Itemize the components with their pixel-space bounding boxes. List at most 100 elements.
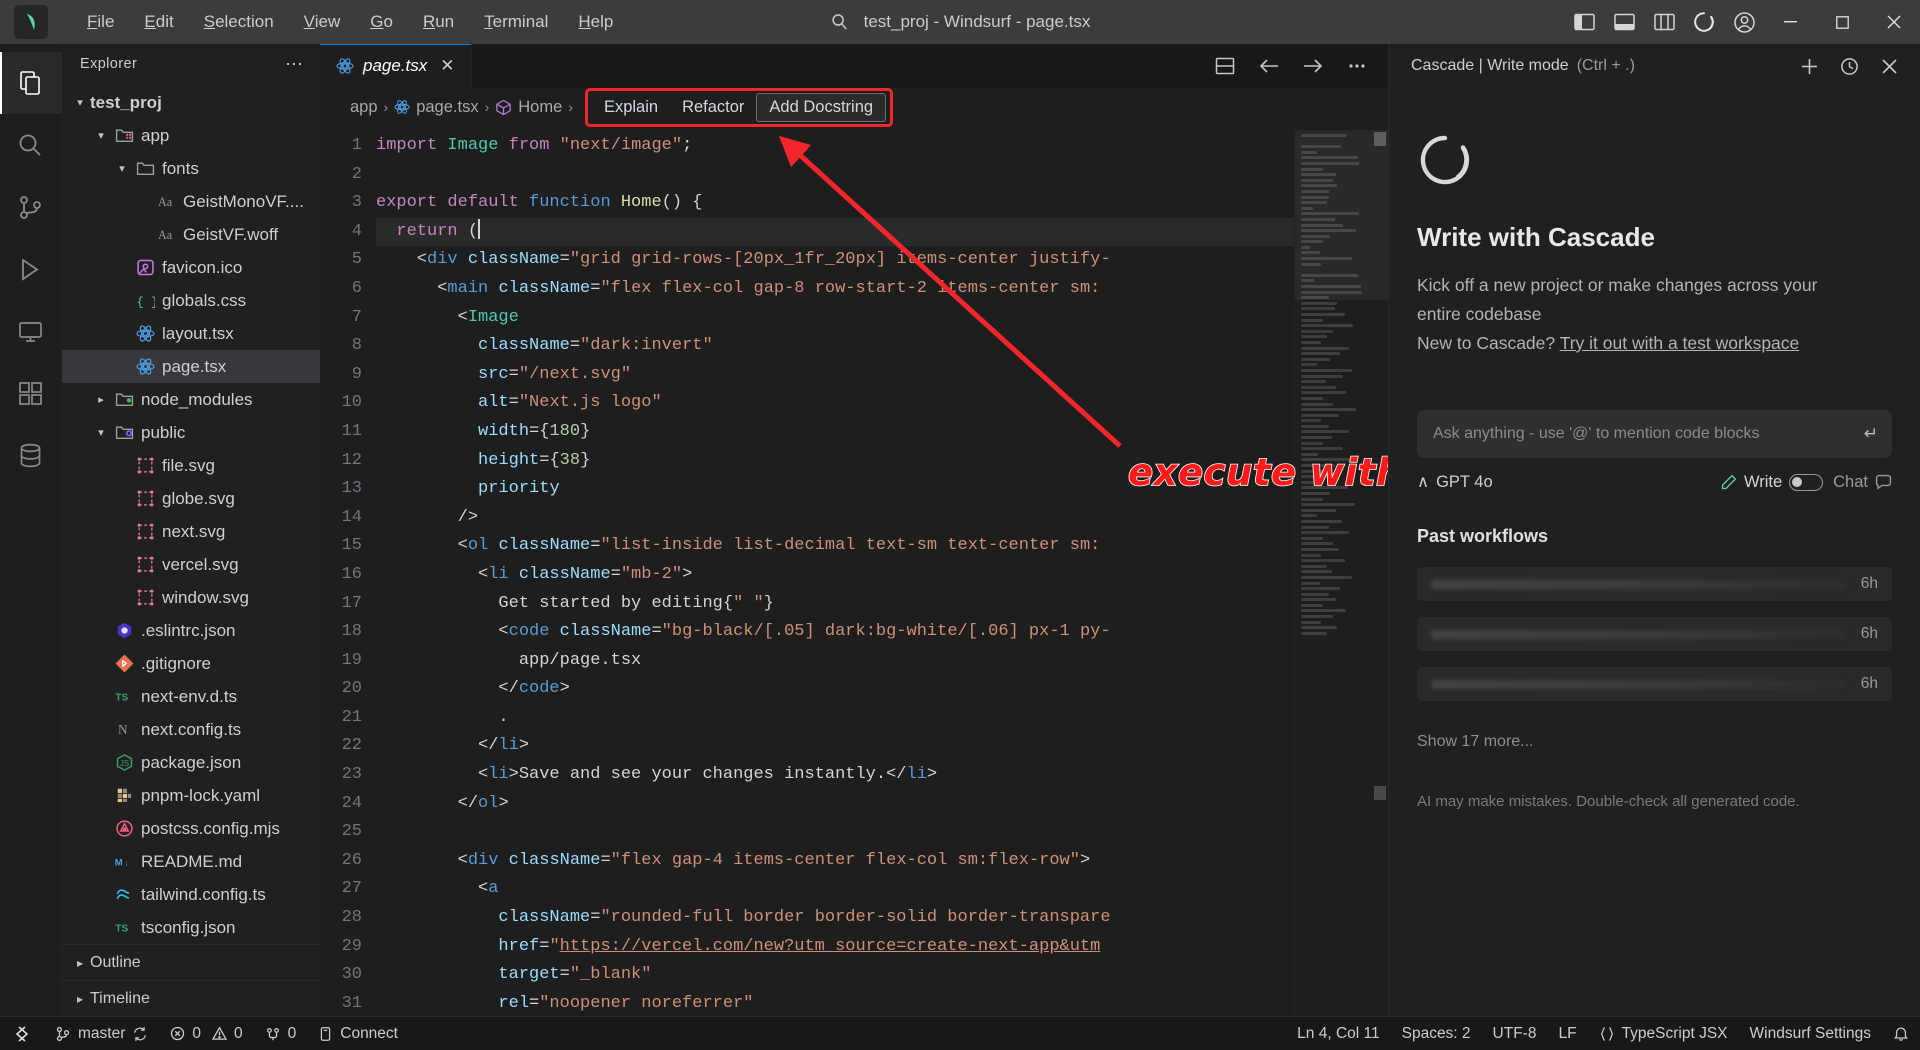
breadcrumb-home[interactable]: Home: [495, 98, 562, 117]
show-more-button[interactable]: Show 17 more...: [1417, 717, 1892, 751]
breadcrumb-app[interactable]: app: [350, 98, 378, 117]
tree-item-layout-tsx[interactable]: layout.tsx: [62, 317, 320, 350]
chevron-down-icon[interactable]: ▾: [91, 129, 111, 142]
code-line[interactable]: <div className="flex gap-4 items-center …: [376, 847, 1294, 876]
status-problems[interactable]: 0 0: [159, 1017, 253, 1050]
sidebar-item-remote-explorer[interactable]: [0, 300, 62, 362]
mode-switch[interactable]: [1789, 473, 1824, 491]
tree-item-public[interactable]: ▾ public: [62, 416, 320, 449]
model-selector[interactable]: ∧ GPT 4o: [1417, 472, 1493, 492]
code-line[interactable]: />: [376, 504, 1294, 533]
workflow-item[interactable]: 6h: [1417, 667, 1892, 701]
panel-left-icon[interactable]: [1564, 0, 1604, 44]
tree-item-pnpm-lock-yaml[interactable]: pnpm-lock.yaml: [62, 779, 320, 812]
code-line[interactable]: <Image: [376, 304, 1294, 333]
layout-grid-icon[interactable]: [1644, 0, 1684, 44]
chevron-right-icon[interactable]: ▸: [91, 393, 111, 406]
code-line[interactable]: [376, 818, 1294, 847]
menu-go[interactable]: Go: [357, 8, 406, 36]
code-line[interactable]: target="_blank": [376, 961, 1294, 990]
minimap-slider[interactable]: [1295, 130, 1388, 300]
code-line[interactable]: import Image from "next/image";: [376, 132, 1294, 161]
windsurf-logo-icon[interactable]: [14, 5, 48, 39]
tree-item-next-env-d-ts[interactable]: TS next-env.d.ts: [62, 680, 320, 713]
write-mode-toggle[interactable]: Write: [1721, 473, 1824, 492]
cascade-test-workspace-link[interactable]: Try it out with a test workspace: [1560, 333, 1800, 353]
status-language-mode[interactable]: TypeScript JSX: [1588, 1017, 1739, 1050]
workflow-item[interactable]: 6h: [1417, 567, 1892, 601]
workflow-item[interactable]: 6h: [1417, 617, 1892, 651]
sidebar-item-run-and-debug[interactable]: [0, 238, 62, 300]
command-center[interactable]: test_proj - Windsurf - page.tsx: [830, 12, 1090, 32]
code-line[interactable]: height={38}: [376, 447, 1294, 476]
code-line[interactable]: priority: [376, 475, 1294, 504]
scrollbar-thumb[interactable]: [1374, 132, 1386, 146]
status-eol[interactable]: LF: [1547, 1017, 1587, 1050]
tree-item-readme-md[interactable]: M ↓ README.md: [62, 845, 320, 878]
code-line[interactable]: .: [376, 704, 1294, 733]
status-notifications[interactable]: [1882, 1017, 1920, 1050]
code-line[interactable]: [376, 161, 1294, 190]
outline-section[interactable]: ▸ Outline: [62, 944, 320, 980]
tree-item-window-svg[interactable]: window.svg: [62, 581, 320, 614]
status-branch[interactable]: master: [44, 1017, 159, 1050]
chat-mode-toggle[interactable]: Chat: [1833, 473, 1892, 492]
code-editor[interactable]: 1 2 3 4 5 6 7 8 9 10 11 12 13 14 15 16 17 18 19 20 21 22 23 24 2…: [320, 126, 1388, 1016]
menu-edit[interactable]: Edit: [131, 8, 186, 36]
split-editor-icon[interactable]: [1204, 44, 1246, 88]
breadcrumb-page-tsx[interactable]: page.tsx: [394, 98, 479, 117]
explorer-more-actions-icon[interactable]: ⋯: [279, 54, 310, 75]
tree-item-fonts[interactable]: ▾ fonts: [62, 152, 320, 185]
tree-item-postcss-config-mjs[interactable]: postcss.config.mjs: [62, 812, 320, 845]
chevron-down-icon[interactable]: ▾: [70, 96, 90, 109]
code-line[interactable]: </code>: [376, 675, 1294, 704]
tree-item-next-svg[interactable]: next.svg: [62, 515, 320, 548]
more-actions-icon[interactable]: [1336, 44, 1378, 88]
minimize-button[interactable]: [1764, 0, 1816, 44]
enter-key-icon[interactable]: ↵: [1854, 424, 1878, 444]
menu-selection[interactable]: Selection: [191, 8, 287, 36]
remote-indicator-icon[interactable]: [0, 1017, 44, 1050]
code-line[interactable]: <li>Save and see your changes instantly.…: [376, 761, 1294, 790]
chevron-down-icon[interactable]: ▾: [112, 162, 132, 175]
tree-item-geistvf-woff[interactable]: Aa GeistVF.woff: [62, 218, 320, 251]
close-icon[interactable]: ✕: [436, 56, 458, 76]
code-line[interactable]: <main className="flex flex-col gap-8 row…: [376, 275, 1294, 304]
cascade-input-box[interactable]: ↵: [1417, 410, 1892, 458]
tree-item-globals-css[interactable]: { } globals.css: [62, 284, 320, 317]
back-arrow-icon[interactable]: [1248, 44, 1290, 88]
menu-help[interactable]: Help: [565, 8, 626, 36]
account-icon[interactable]: [1724, 0, 1764, 44]
menu-terminal[interactable]: Terminal: [471, 8, 561, 36]
sidebar-item-database[interactable]: [0, 424, 62, 486]
tree-item-geistmonovf-[interactable]: Aa GeistMonoVF....: [62, 185, 320, 218]
status-encoding[interactable]: UTF-8: [1482, 1017, 1548, 1050]
tab-page-tsx[interactable]: page.tsx ✕: [320, 44, 472, 88]
sidebar-item-extensions[interactable]: [0, 362, 62, 424]
tree-item-package-json[interactable]: JS package.json: [62, 746, 320, 779]
timeline-section[interactable]: ▸ Timeline: [62, 980, 320, 1016]
sidebar-item-source-control[interactable]: [0, 176, 62, 238]
code-line[interactable]: export default function Home() {: [376, 189, 1294, 218]
status-connect[interactable]: Connect: [307, 1017, 409, 1050]
tree-item-globe-svg[interactable]: globe.svg: [62, 482, 320, 515]
tree-item-test-proj[interactable]: ▾ test_proj: [62, 86, 320, 119]
status-cursor-position[interactable]: Ln 4, Col 11: [1286, 1017, 1390, 1050]
code-line[interactable]: <a: [376, 875, 1294, 904]
code-line[interactable]: className="rounded-full border border-so…: [376, 904, 1294, 933]
close-button[interactable]: [1868, 0, 1920, 44]
minimap[interactable]: [1294, 126, 1388, 1016]
tree-item--gitignore[interactable]: .gitignore: [62, 647, 320, 680]
windsurf-circle-icon[interactable]: [1684, 0, 1724, 44]
codelens-refactor-button[interactable]: Refactor: [670, 94, 756, 121]
status-ports[interactable]: 0: [254, 1017, 308, 1050]
cascade-prompt-input[interactable]: [1433, 425, 1854, 443]
tree-item-page-tsx[interactable]: page.tsx: [62, 350, 320, 383]
code-line[interactable]: <li className="mb-2">: [376, 561, 1294, 590]
history-icon[interactable]: [1830, 46, 1868, 86]
menu-view[interactable]: View: [291, 8, 354, 36]
tree-item-app[interactable]: ▾ app: [62, 119, 320, 152]
status-windsurf-settings[interactable]: Windsurf Settings: [1739, 1017, 1882, 1050]
code-line[interactable]: rel="noopener noreferrer": [376, 990, 1294, 1016]
tree-item-vercel-svg[interactable]: vercel.svg: [62, 548, 320, 581]
